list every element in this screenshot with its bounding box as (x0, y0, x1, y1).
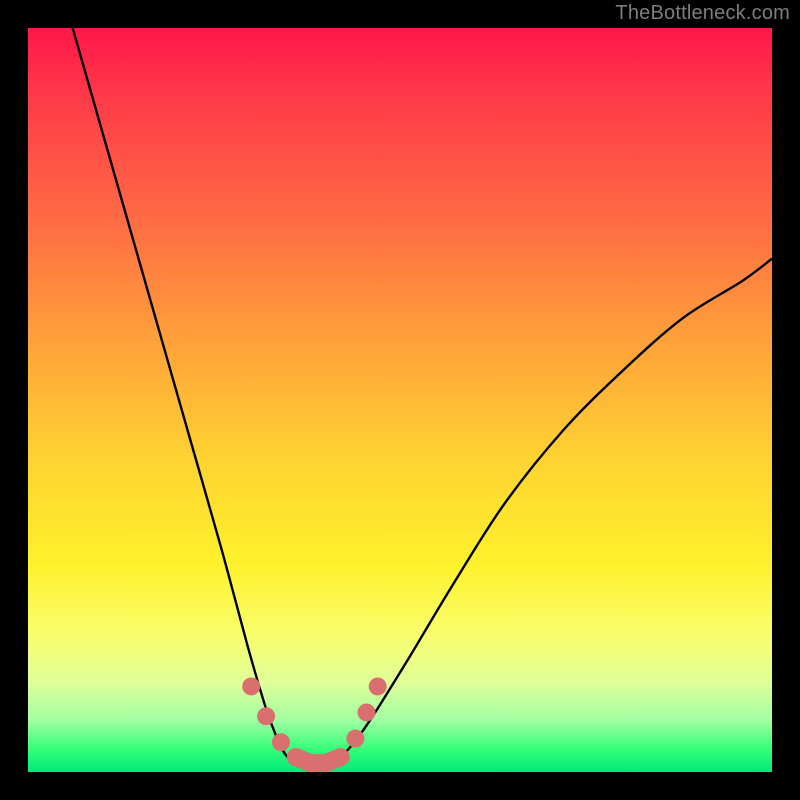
chart-svg (28, 28, 772, 772)
plot-area (28, 28, 772, 772)
marker-dot (272, 733, 290, 751)
marker-dot (242, 677, 260, 695)
marker-dot (369, 677, 387, 695)
watermark-text: TheBottleneck.com (615, 2, 790, 25)
chart-frame: TheBottleneck.com (0, 0, 800, 800)
marker-group (242, 677, 386, 772)
left-curve-path (73, 28, 319, 765)
marker-dot (257, 707, 275, 725)
